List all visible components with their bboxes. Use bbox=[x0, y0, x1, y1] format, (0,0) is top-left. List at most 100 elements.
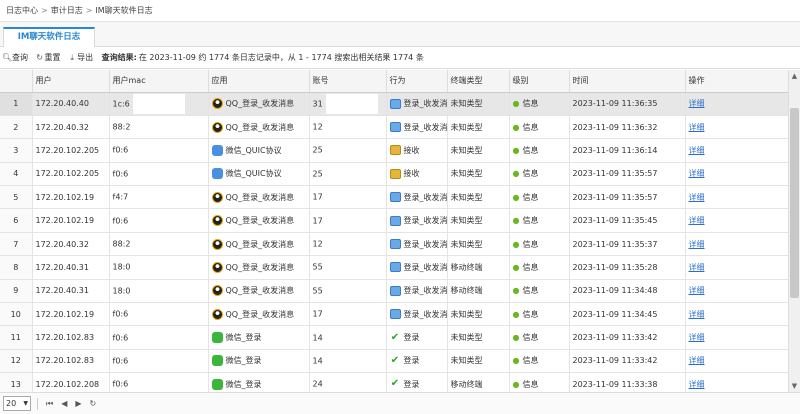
send-message-icon bbox=[389, 122, 401, 133]
detail-link[interactable]: 详细 bbox=[689, 263, 705, 272]
lightbulb-icon: ● bbox=[512, 356, 520, 366]
account-prefix: 24 bbox=[312, 379, 323, 389]
scroll-down-icon[interactable]: ▼ bbox=[789, 380, 800, 392]
cell-operation: 详细 bbox=[685, 162, 788, 187]
table-row[interactable]: 2172.20.40.3288:2 QQ_登录_收发消息 12 登录_收发消息未知类型… bbox=[0, 115, 788, 140]
prev-page-icon[interactable]: ◀ bbox=[61, 399, 67, 408]
refresh-page-icon[interactable]: ↻ bbox=[90, 399, 97, 408]
cell-action: 登录_收发消息 bbox=[386, 208, 448, 233]
table-row[interactable]: 6172.20.102.19f0:6 QQ_登录_收发消息 17 登录_收发消息未知类… bbox=[0, 208, 788, 233]
col-header-account[interactable]: 账号 bbox=[309, 70, 387, 93]
cell-operation: 详细 bbox=[685, 255, 788, 280]
scrollbar-thumb[interactable] bbox=[790, 108, 799, 298]
table-row[interactable]: 8172.20.40.3118:0 QQ_登录_收发消息 55 登录_收发消息移动终端… bbox=[0, 255, 788, 280]
first-page-icon[interactable]: ⏮︎ bbox=[46, 399, 53, 409]
mac-prefix: f0:6 bbox=[112, 169, 129, 179]
redaction-mask bbox=[325, 117, 378, 138]
row-index: 12 bbox=[0, 349, 33, 374]
col-header-time[interactable]: 时间 bbox=[569, 70, 686, 93]
cell-user: 172.20.102.205 bbox=[32, 162, 110, 187]
table-row[interactable]: 5172.20.102.19f4:7 QQ_登录_收发消息 17 登录_收发消息未知类… bbox=[0, 185, 788, 210]
redaction-mask bbox=[325, 187, 378, 208]
page-size-select[interactable]: 20 ▼ bbox=[3, 396, 31, 411]
cell-user: 172.20.40.40 bbox=[32, 92, 110, 116]
cell-account: 25 bbox=[309, 162, 387, 187]
detail-link[interactable]: 详细 bbox=[689, 356, 705, 365]
table-row[interactable]: 12 172.20.102.83 f0:6 微信_登录 14 ✔ 登录 未知类型 ● 信息 2023… bbox=[0, 349, 788, 374]
detail-link[interactable]: 详细 bbox=[689, 123, 705, 132]
query-button[interactable]: 🔍︎查询 bbox=[2, 47, 28, 68]
send-message-icon bbox=[389, 285, 401, 296]
col-header-user[interactable]: 用户 bbox=[32, 70, 110, 93]
col-header-action[interactable]: 行为 bbox=[386, 70, 448, 93]
export-button[interactable]: ⤓ 导出 bbox=[67, 47, 93, 68]
cell-time: 2023-11-09 11:35:28 bbox=[569, 255, 686, 280]
account-prefix: 17 bbox=[312, 309, 323, 319]
action-name: 登录 bbox=[403, 333, 420, 343]
app-name: QQ_登录_收发消息 bbox=[225, 192, 295, 202]
detail-link[interactable]: 详细 bbox=[689, 146, 705, 155]
cell-level: ● 信息 bbox=[509, 349, 570, 374]
reset-button[interactable]: ↻ 重置 bbox=[35, 47, 61, 68]
cell-operation: 详细 bbox=[685, 325, 788, 350]
cell-terminal: 未知类型 bbox=[447, 138, 510, 163]
table-row[interactable]: 13 172.20.102.208 f0:6 微信_登录 24 ✔ 登录 移动终端 ● 信息 202… bbox=[0, 372, 788, 392]
qq-icon bbox=[211, 215, 223, 227]
account-prefix: 55 bbox=[312, 262, 323, 272]
table-row[interactable]: 1172.20.40.401c:6 QQ_登录_收发消息 31 登录_收发消息未知类型… bbox=[0, 92, 788, 116]
redaction-mask bbox=[133, 234, 186, 255]
col-header-level[interactable]: 级别 bbox=[509, 70, 570, 93]
cell-mac: 18:0 bbox=[109, 255, 209, 280]
detail-link[interactable]: 详细 bbox=[689, 216, 705, 225]
detail-link[interactable]: 详细 bbox=[689, 333, 705, 342]
tab-im-log[interactable]: IM聊天软件日志 bbox=[3, 27, 95, 47]
col-header-mac[interactable]: 用户mac bbox=[109, 70, 209, 93]
cell-terminal: 未知类型 bbox=[447, 208, 510, 233]
breadcrumb-item-audit-log[interactable]: 审计日志 bbox=[51, 6, 83, 15]
detail-link[interactable]: 详细 bbox=[689, 193, 705, 202]
level-text: 信息 bbox=[522, 286, 539, 296]
col-header-terminal[interactable]: 终端类型 bbox=[447, 70, 510, 93]
result-text: 在 2023-11-09 约 1774 条日志记录中，从 1 - 1774 搜索… bbox=[138, 53, 424, 62]
account-prefix: 14 bbox=[312, 356, 323, 366]
detail-link[interactable]: 详细 bbox=[689, 380, 705, 389]
reset-label: 重置 bbox=[44, 53, 61, 62]
level-text: 信息 bbox=[522, 192, 539, 202]
cell-operation: 详细 bbox=[685, 185, 788, 210]
breadcrumb-item-log-center[interactable]: 日志中心 bbox=[6, 6, 38, 15]
cell-account: 55 bbox=[309, 279, 387, 304]
app-name: QQ_登录_收发消息 bbox=[225, 99, 295, 109]
detail-link[interactable]: 详细 bbox=[689, 99, 705, 108]
row-index: 2 bbox=[0, 115, 33, 140]
cell-user: 172.20.102.19 bbox=[32, 185, 110, 210]
table-row[interactable]: 7172.20.40.3288:2 QQ_登录_收发消息 12 登录_收发消息未知类型… bbox=[0, 232, 788, 257]
detail-link[interactable]: 详细 bbox=[689, 169, 705, 178]
cell-action: 登录_收发消息 bbox=[386, 302, 448, 327]
row-index: 7 bbox=[0, 232, 33, 257]
detail-link[interactable]: 详细 bbox=[689, 310, 705, 319]
send-message-icon bbox=[389, 262, 401, 273]
table-row[interactable]: 4 172.20.102.205 f0:6 微信_QUIC协议 25 接收 未知类型 ● 信息 2… bbox=[0, 162, 788, 187]
lightbulb-icon: ● bbox=[512, 262, 520, 272]
redaction-mask bbox=[325, 327, 378, 348]
wechat-quic-icon bbox=[211, 168, 223, 180]
lightbulb-icon: ● bbox=[512, 239, 520, 249]
next-page-icon[interactable]: ▶ bbox=[75, 399, 81, 408]
level-text: 信息 bbox=[522, 379, 539, 389]
table-row[interactable]: 11 172.20.102.83 f0:6 微信_登录 14 ✔ 登录 未知类型 ● 信息 2023… bbox=[0, 325, 788, 350]
table-row[interactable]: 9172.20.40.3118:0 QQ_登录_收发消息 55 登录_收发消息移动终端… bbox=[0, 279, 788, 304]
table-row[interactable]: 3 172.20.102.205 f0:6 微信_QUIC协议 25 接收 未知类型 ● 信息 2… bbox=[0, 138, 788, 163]
cell-mac: 88:2 bbox=[109, 115, 209, 140]
scroll-up-icon[interactable]: ▲ bbox=[789, 70, 800, 82]
col-header-app[interactable]: 应用 bbox=[208, 70, 310, 93]
detail-link[interactable]: 详细 bbox=[689, 286, 705, 295]
table-row[interactable]: 10172.20.102.19f0:6 QQ_登录_收发消息 17 登录_收发消息未知… bbox=[0, 302, 788, 327]
cell-app: 微信_登录 bbox=[208, 349, 310, 374]
cell-mac: 88:2 bbox=[109, 232, 209, 257]
vertical-scrollbar[interactable]: ▲ ▼ bbox=[788, 70, 800, 392]
redaction-mask bbox=[131, 374, 184, 392]
cell-account: 31 bbox=[309, 92, 387, 116]
cell-account: 25 bbox=[309, 138, 387, 163]
cell-user: 172.20.102.83 bbox=[32, 349, 110, 374]
detail-link[interactable]: 详细 bbox=[689, 240, 705, 249]
